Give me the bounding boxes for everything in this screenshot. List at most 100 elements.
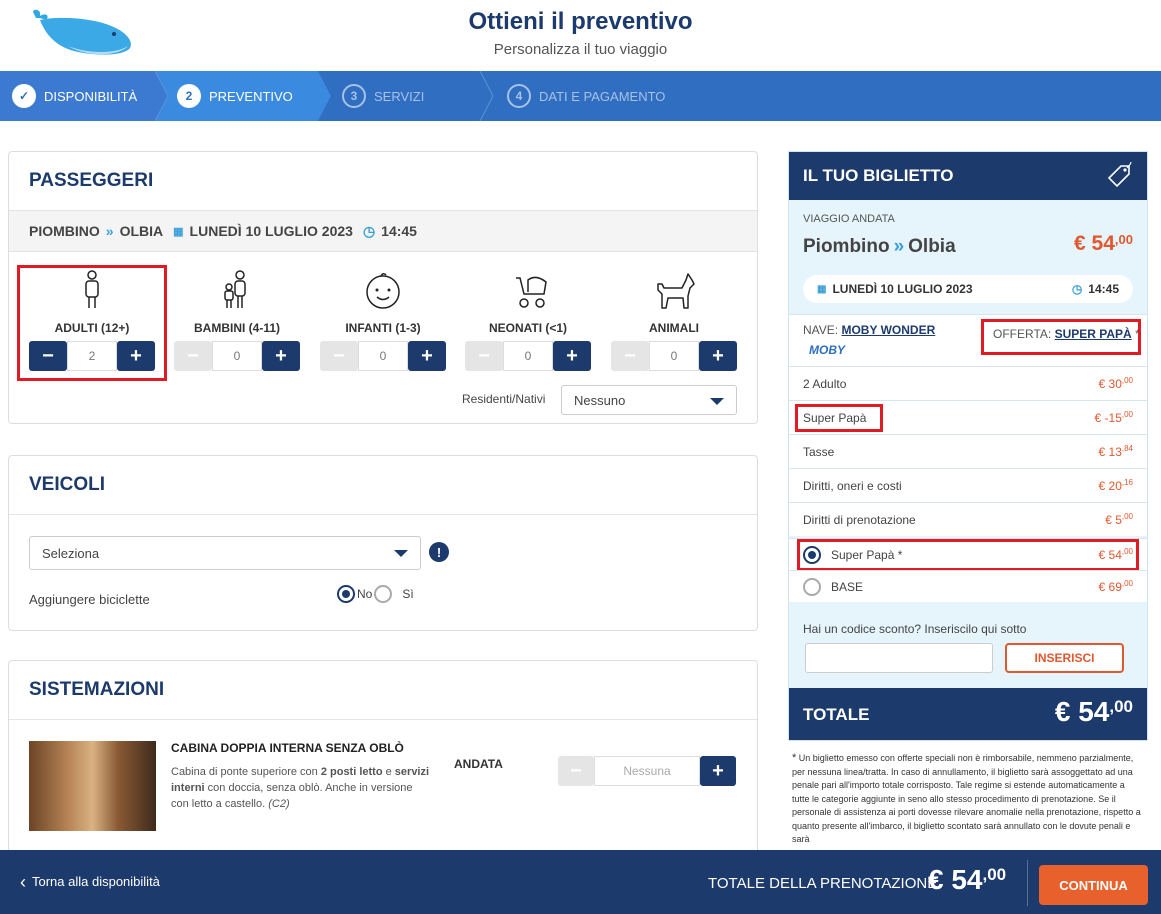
insert-code-button[interactable]: INSERISCI — [1005, 643, 1124, 673]
total-bar: TOTALE € 54,00 — [789, 688, 1147, 740]
accommodations-card: SISTEMAZIONI CABINA DOPPIA INTERNA SENZA… — [8, 660, 758, 860]
highlight-box — [981, 319, 1141, 355]
infants-stepper: − 0 + — [320, 341, 446, 371]
animals-count[interactable]: 0 — [649, 341, 699, 371]
bikes-no-radio[interactable] — [337, 585, 355, 603]
pax-label: NEONATI (<1) — [488, 321, 568, 335]
ship-offer-row: NAVE: MOBY WONDER MOBY OFFERTA: SUPER PA… — [789, 314, 1147, 366]
plus-button[interactable]: + — [262, 341, 300, 371]
minus-button[interactable]: − — [320, 341, 358, 371]
cabin-title: CABINA DOPPIA INTERNA SENZA OBLÒ — [171, 741, 404, 755]
check-icon: ✓ — [12, 84, 36, 108]
price-line: Tasse € 13,84 — [789, 434, 1147, 468]
minus-button[interactable]: − — [174, 341, 212, 371]
plus-button[interactable]: + — [553, 341, 591, 371]
pax-label: ANIMALI — [649, 321, 699, 335]
step-dati-pagamento: 4 DATI E PAGAMENTO — [507, 71, 665, 121]
pax-animals: ANIMALI − 0 + — [611, 270, 737, 371]
pax-children: BAMBINI (4-11) − 0 + — [174, 270, 300, 371]
trip-date-bar: ▦ LUNEDÌ 10 LUGLIO 2023 ◷ 14:45 — [803, 275, 1133, 303]
vehicle-value: Seleziona — [42, 545, 100, 561]
double-chevron-icon: » — [105, 223, 114, 239]
step-label: SERVIZI — [374, 88, 425, 104]
vehicle-select[interactable]: Seleziona — [29, 536, 421, 570]
footnote: * Un biglietto emesso con offerte specia… — [792, 752, 1141, 844]
chevron-down-icon — [710, 398, 724, 405]
trip-label: VIAGGIO ANDATA — [803, 213, 895, 225]
discount-input[interactable] — [805, 643, 993, 673]
bikes-label: Aggiungere biciclette — [29, 592, 150, 607]
route-bar: PIOMBINO » OLBIA ▦ LUNEDÌ 10 LUGLIO 2023… — [9, 210, 757, 252]
step-number: 4 — [507, 84, 531, 108]
cabin-description: Cabina di ponte superiore con 2 posti le… — [171, 766, 430, 810]
price-line: Diritti di prenotazione € 5,00 — [789, 502, 1147, 536]
step-preventivo: 2 PREVENTIVO — [177, 71, 293, 121]
continue-button[interactable]: CONTINUA — [1039, 865, 1148, 905]
minus-button[interactable]: − — [611, 341, 649, 371]
residents-select[interactable]: Nessuno — [561, 385, 737, 415]
trip-price: € 54,00 — [1074, 232, 1133, 255]
ticket-summary: IL TUO BIGLIETTO VIAGGIO ANDATA Piombino… — [788, 151, 1148, 741]
vehicles-card: VEICOLI Seleziona ! Aggiungere biciclett… — [8, 455, 758, 631]
child-icon — [224, 270, 246, 308]
si-label: Sì — [402, 587, 414, 601]
passengers-title: PASSEGGERI — [29, 170, 154, 191]
clock-icon: ◷ — [1071, 282, 1083, 296]
plus-button[interactable]: + — [408, 341, 446, 371]
double-chevron-icon: » — [893, 236, 905, 257]
progress-steps: ✓ DISPONIBILITÀ 2 PREVENTIVO 3 SERVIZI 4… — [0, 71, 1161, 121]
ship-info: NAVE: MOBY WONDER — [803, 323, 936, 337]
residents-label: Residenti/Nativi — [462, 392, 546, 406]
newborns-count[interactable]: 0 — [503, 341, 553, 371]
booking-total-price: € 54,00 — [928, 864, 1007, 895]
step-number: 2 — [177, 84, 201, 108]
ship-link[interactable]: MOBY WONDER — [841, 323, 935, 337]
animals-stepper: − 0 + — [611, 341, 737, 371]
trip-route: Piombino» Olbia — [803, 236, 956, 257]
price-line: 2 Adulto € 30,00 — [789, 366, 1147, 400]
calendar-icon: ▦ — [817, 283, 827, 295]
highlight-box — [797, 539, 1139, 571]
page-title: Ottieni il preventivo — [468, 8, 693, 35]
cabin-photo[interactable] — [29, 741, 156, 831]
infants-count[interactable]: 0 — [358, 341, 408, 371]
cabin-count[interactable]: Nessuna — [594, 756, 700, 786]
cabin-stepper: − Nessuna + — [558, 756, 736, 786]
children-count[interactable]: 0 — [212, 341, 262, 371]
pax-label: BAMBINI (4-11) — [193, 321, 280, 335]
children-stepper: − 0 + — [174, 341, 300, 371]
chevron-down-icon — [394, 550, 408, 557]
fare-option-base[interactable]: BASE € 69,00 — [789, 570, 1147, 602]
route-from: PIOMBINO — [29, 223, 100, 239]
step-label: PREVENTIVO — [209, 88, 293, 104]
bikes-radio-group: No Sì — [337, 585, 414, 603]
minus-button[interactable]: − — [465, 341, 503, 371]
booking-total-label: TOTALE DELLA PRENOTAZIONE — [708, 875, 938, 892]
andata-label: ANDATA — [454, 757, 503, 771]
bikes-yes-radio[interactable] — [374, 585, 393, 603]
highlight-box — [795, 404, 883, 432]
residents-value: Nessuno — [574, 392, 626, 408]
plus-button[interactable]: + — [700, 756, 736, 786]
discount-label: Hai un codice sconto? Inseriscilo qui so… — [803, 622, 1027, 636]
newborns-stepper: − 0 + — [465, 341, 591, 371]
ticket-header: IL TUO BIGLIETTO — [789, 152, 1147, 200]
pax-label: INFANTI (1-3) — [345, 321, 421, 335]
ticket-tag-icon — [1107, 162, 1132, 188]
back-link[interactable]: ‹ Torna alla disponibilità — [20, 871, 160, 892]
chevron-left-icon: ‹ — [20, 871, 26, 892]
bottom-bar: ‹ Torna alla disponibilità TOTALE DELLA … — [0, 850, 1161, 914]
page-header: Ottieni il preventivo Personalizza il tu… — [0, 0, 1161, 71]
passengers-card: PASSEGGERI PIOMBINO » OLBIA ▦ LUNEDÌ 10 … — [8, 151, 758, 424]
moby-logo: MOBY — [809, 343, 845, 357]
route-to: OLBIA — [119, 223, 164, 239]
highlight-box — [17, 265, 167, 381]
total-label: TOTALE — [803, 705, 870, 724]
info-icon[interactable]: ! — [429, 542, 449, 562]
step-servizi: 3 SERVIZI — [342, 71, 424, 121]
dog-icon — [657, 273, 695, 309]
plus-button[interactable]: + — [699, 341, 737, 371]
minus-button[interactable]: − — [558, 756, 594, 786]
fare-radio[interactable] — [803, 577, 821, 596]
step-disponibilita[interactable]: ✓ DISPONIBILITÀ — [12, 71, 137, 121]
